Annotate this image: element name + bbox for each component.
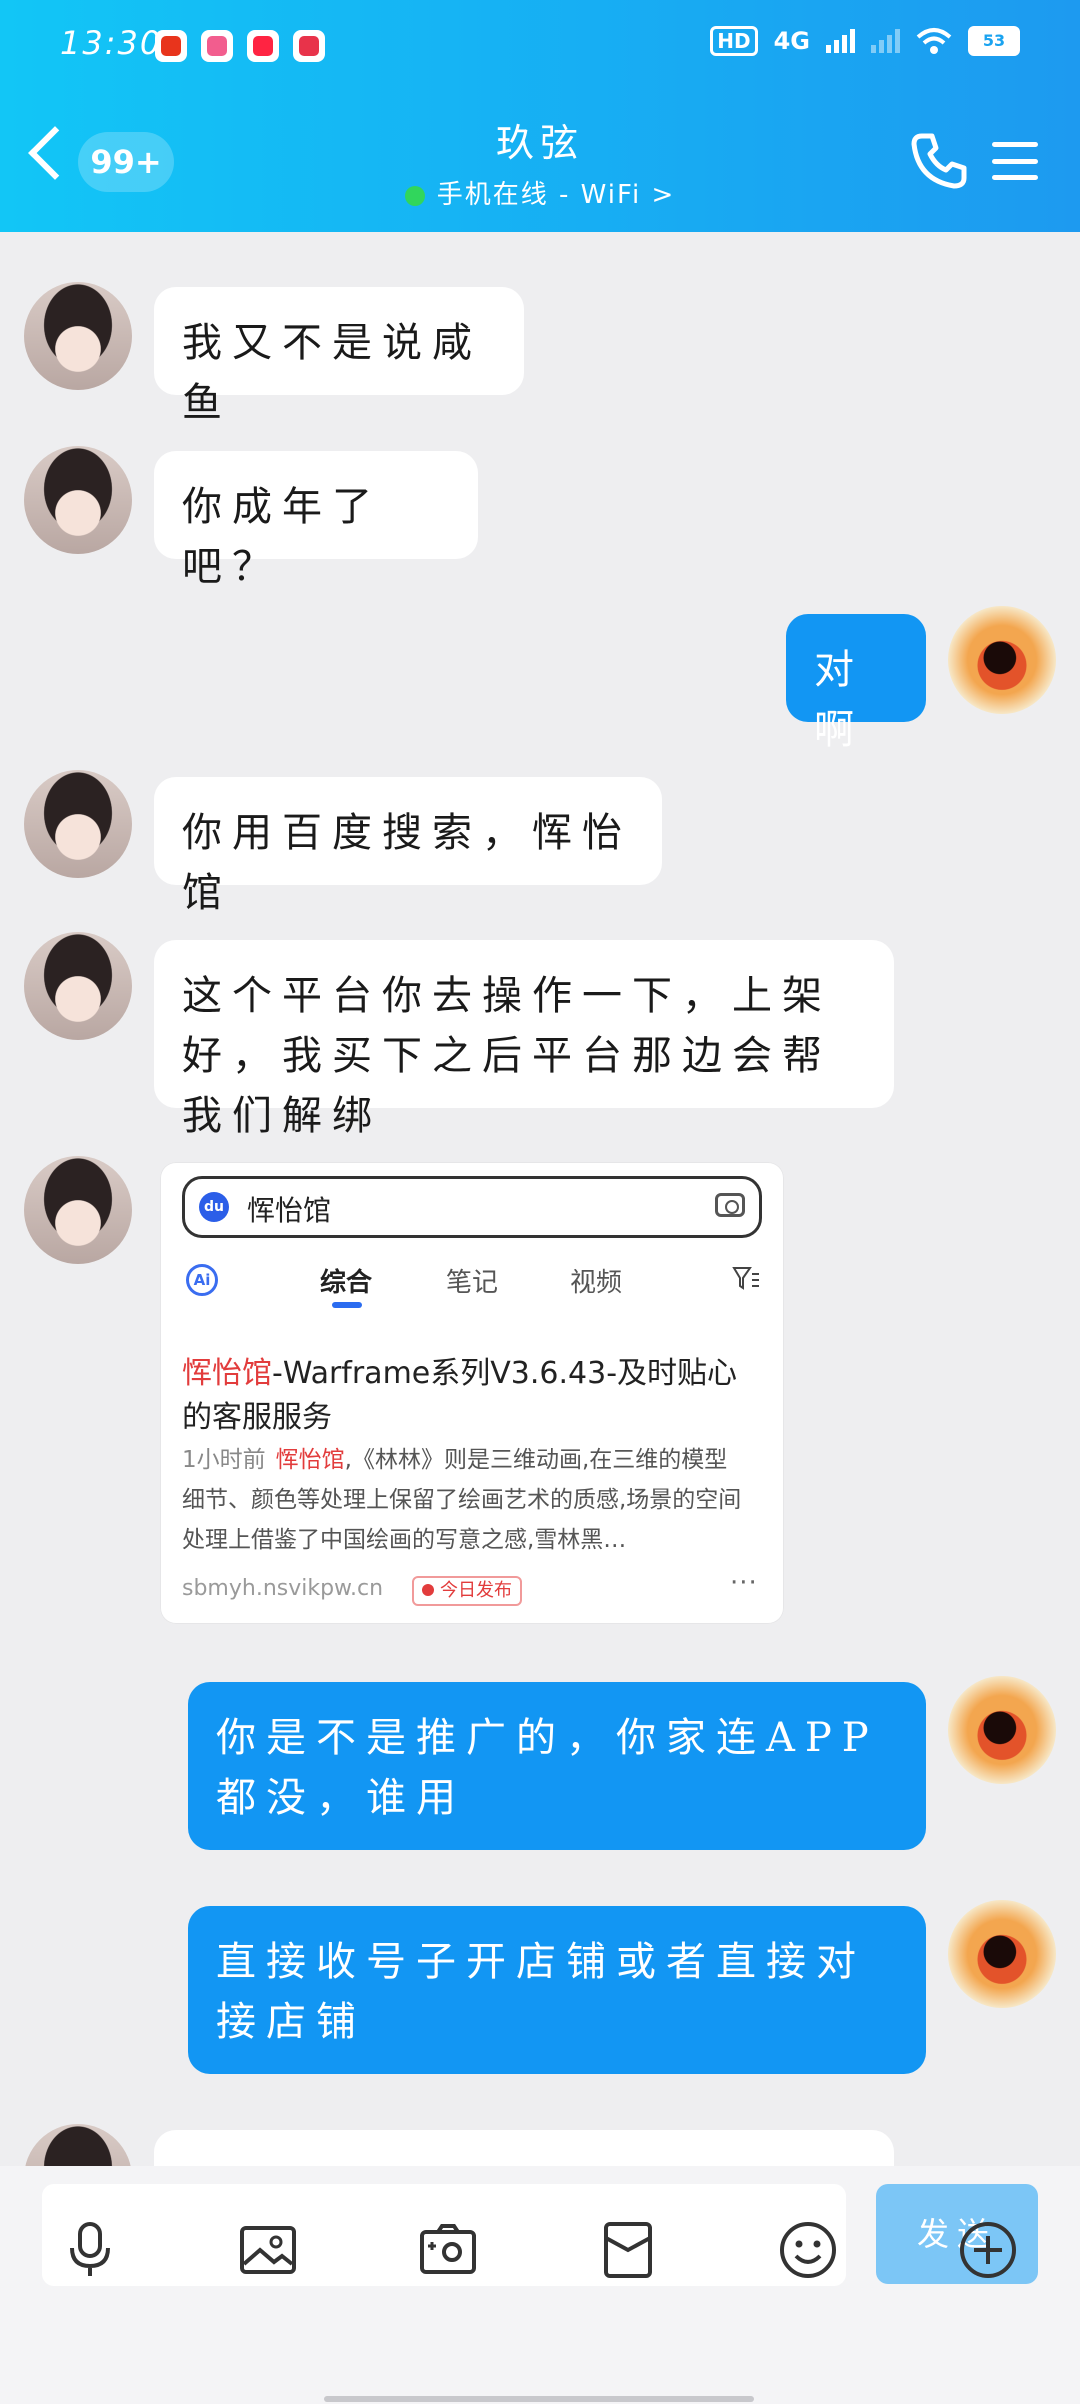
xiaohongshu-icon: [247, 30, 279, 62]
bilibili-icon: [201, 30, 233, 62]
result-site: sbmyh.nsvikpw.cn: [182, 1576, 384, 1601]
result-tag: 今日发布: [412, 1576, 522, 1606]
message-bubble-outgoing[interactable]: 对啊: [786, 614, 926, 753]
music-app-icon: [293, 30, 325, 62]
result-snippet-highlight: 恽怡馆: [275, 1447, 345, 1473]
result-more-icon: ···: [730, 1568, 758, 1598]
wifi-icon: [916, 28, 952, 54]
contact-avatar[interactable]: [24, 282, 132, 390]
contact-avatar[interactable]: [24, 770, 132, 878]
composer-area: 发送: [0, 2166, 1080, 2404]
card-tab-notes: 笔记: [446, 1268, 499, 1298]
card-camera-icon: [715, 1193, 745, 1217]
network-type: 4G: [773, 27, 810, 55]
card-tab-videos: 视频: [570, 1268, 623, 1298]
status-chevron-icon: >: [651, 180, 676, 210]
my-avatar[interactable]: [948, 1900, 1056, 2008]
menu-icon[interactable]: [992, 142, 1038, 180]
result-snippet: 1小时前 恽怡馆,《林林》则是三维动画,在三维的模型细节、颜色等处理上保留了绘画艺…: [182, 1440, 742, 1560]
card-tab-all: 综合: [320, 1268, 373, 1298]
microphone-icon[interactable]: [60, 2220, 120, 2280]
ai-icon: Ai: [186, 1264, 218, 1296]
my-avatar[interactable]: [948, 1676, 1056, 1784]
hd-icon: HD: [710, 26, 758, 56]
message-bubble-incoming[interactable]: 你成年了吧？: [154, 451, 478, 590]
phone-call-icon[interactable]: [908, 130, 968, 190]
result-title: 恽怡馆-Warframe系列V3.6.43-及时贴心的客服服务: [182, 1352, 742, 1440]
contact-avatar[interactable]: [24, 932, 132, 1040]
message-bubble-incoming[interactable]: 这个平台你去操作一下，上架好，我买下之后平台那边会帮我们解绑: [154, 940, 894, 1139]
battery-icon: 53: [968, 26, 1020, 56]
online-dot-icon: [404, 185, 425, 206]
message-bubble-outgoing[interactable]: 直接收号子开店铺或者直接对接店铺: [188, 1906, 926, 2074]
result-title-highlight: 恽怡馆: [182, 1356, 272, 1391]
emoji-icon[interactable]: [778, 2220, 838, 2280]
signal-2-icon: [871, 29, 900, 53]
online-status-text: 手机在线 - WiFi: [436, 180, 642, 210]
message-bubble-incoming[interactable]: 你用百度搜索，恽怡馆: [154, 777, 662, 916]
card-tab-underline: [332, 1302, 362, 1308]
red-packet-icon[interactable]: [598, 2220, 658, 2280]
shared-search-screenshot[interactable]: du 恽怡馆 Ai 综合 笔记 视频 恽怡馆-Warframe系列V3.6.43…: [160, 1162, 784, 1624]
signal-icon: [826, 29, 855, 53]
weibo-icon: [155, 30, 187, 62]
result-time: 1小时前: [182, 1447, 266, 1473]
message-bubble-incoming[interactable]: 我又不是说咸鱼: [154, 287, 524, 426]
message-bubble-outgoing[interactable]: 你是不是推广的，你家连APP都没，谁用: [188, 1682, 926, 1850]
status-notification-icons: [155, 30, 325, 62]
plus-icon[interactable]: [958, 2220, 1018, 2280]
my-avatar[interactable]: [948, 606, 1056, 714]
image-icon[interactable]: [238, 2220, 298, 2280]
card-search-query: 恽怡馆: [247, 1194, 332, 1227]
filter-icon: [732, 1267, 759, 1290]
home-indicator[interactable]: [324, 2396, 754, 2402]
baidu-paw-icon: du: [199, 1192, 229, 1222]
card-search-box: du 恽怡馆: [182, 1176, 762, 1238]
status-time: 13:30: [60, 24, 163, 62]
camera-icon[interactable]: [418, 2220, 478, 2280]
contact-avatar[interactable]: [24, 446, 132, 554]
chat-header: 13:30 HD 4G 53 99+ 玖弦 手机在线 - WiFi >: [0, 0, 1080, 232]
status-indicators: HD 4G 53: [710, 26, 1020, 56]
contact-avatar[interactable]: [24, 1156, 132, 1264]
